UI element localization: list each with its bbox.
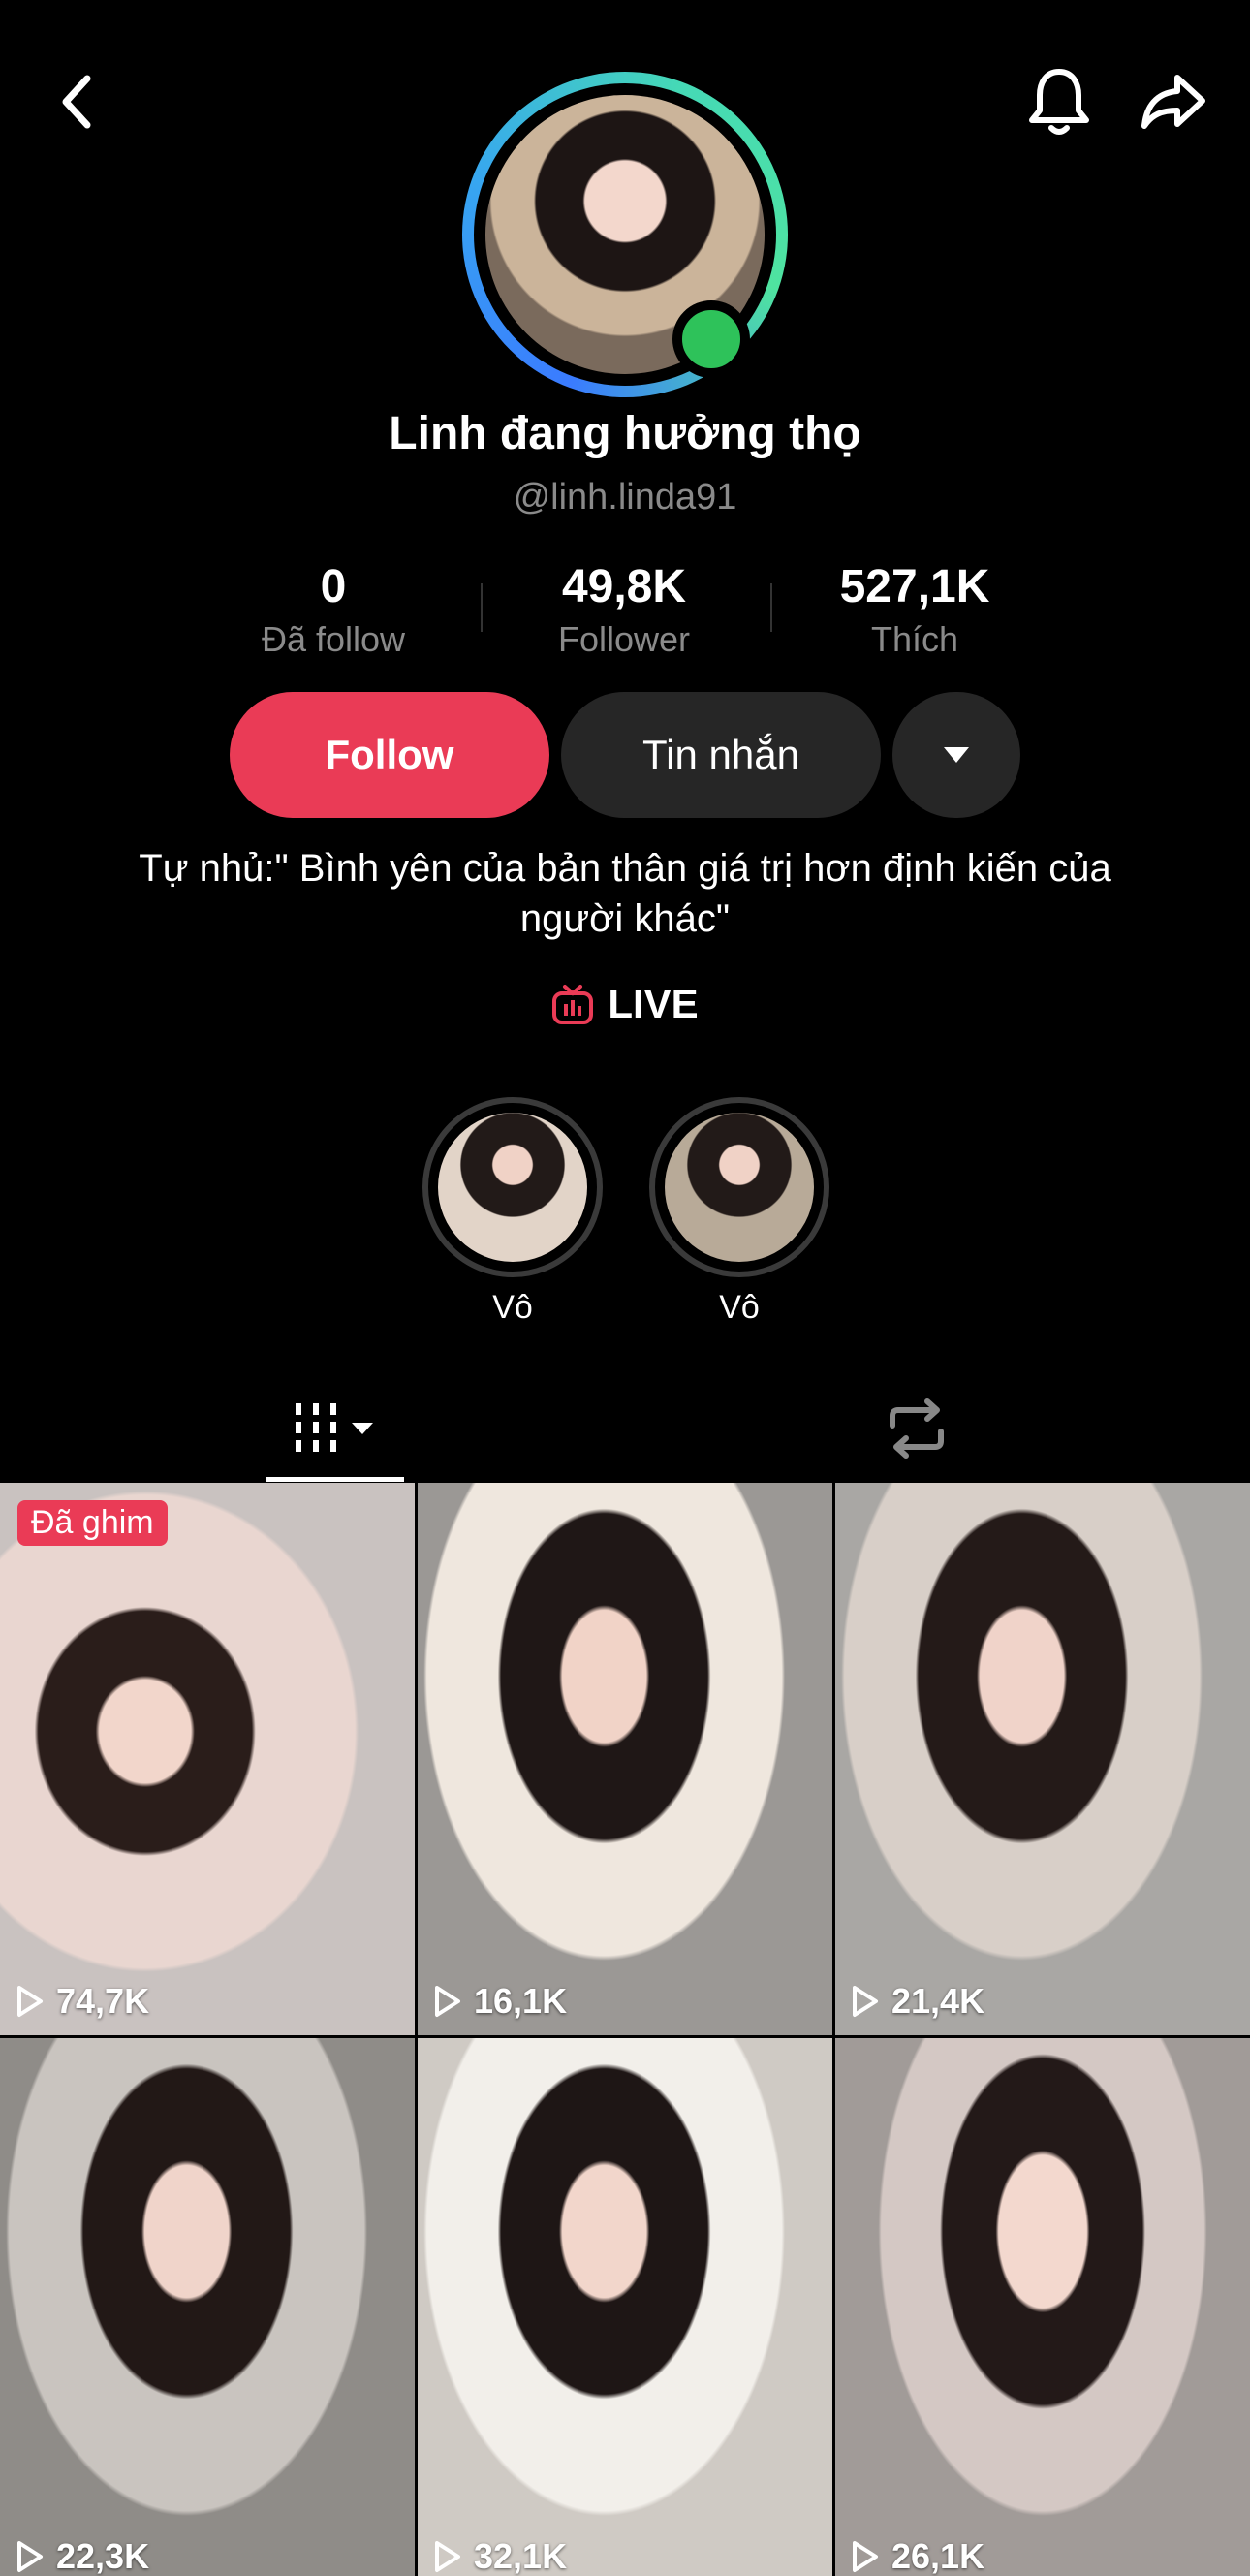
video-thumbnail[interactable]: 26,1K	[835, 2038, 1250, 2576]
share-button[interactable]	[1132, 60, 1215, 143]
play-icon	[17, 1986, 43, 2017]
view-count: 32,1K	[433, 2536, 567, 2576]
video-cover	[418, 2038, 832, 2576]
video-cover	[835, 2038, 1250, 2576]
video-thumbnail[interactable]: 21,4K	[835, 1483, 1250, 2035]
highlight-ring	[649, 1097, 829, 1277]
play-icon	[17, 2541, 43, 2572]
stat-value: 0	[320, 561, 347, 613]
bell-icon	[1029, 69, 1089, 135]
play-icon	[435, 1986, 460, 2017]
grid-icon	[296, 1403, 373, 1452]
tab-reposts[interactable]	[848, 1376, 985, 1481]
video-cover	[418, 1483, 832, 2035]
online-status-dot	[672, 300, 750, 378]
stat-divider	[481, 583, 483, 632]
stat-label: Thích	[870, 619, 959, 659]
message-button[interactable]: Tin nhắn	[561, 692, 881, 818]
username-handle: @linh.linda91	[513, 477, 737, 518]
view-count: 74,7K	[16, 1981, 149, 2022]
live-link[interactable]: LIVE	[0, 981, 1250, 1027]
repost-icon	[890, 1398, 944, 1459]
stat-divider	[770, 583, 772, 632]
view-count-value: 74,7K	[56, 1981, 150, 2021]
video-thumbnail[interactable]: Đã ghim 74,7K	[0, 1483, 415, 2035]
pinned-badge: Đã ghim	[17, 1500, 168, 1546]
highlight-ring	[422, 1097, 603, 1277]
live-tv-icon	[552, 985, 594, 1024]
profile-actions: Follow Tin nhắn	[0, 692, 1250, 818]
share-icon	[1141, 75, 1205, 129]
view-count: 22,3K	[16, 2536, 149, 2576]
content-tabs	[0, 1376, 1250, 1485]
view-count-value: 21,4K	[891, 1981, 985, 2021]
stat-label: Follower	[557, 619, 691, 659]
stat-followers[interactable]: 49,8K Follower	[508, 560, 740, 660]
active-tab-indicator	[266, 1477, 404, 1482]
stat-following[interactable]: 0 Đã follow	[217, 560, 450, 660]
profile-stats: 0 Đã follow 49,8K Follower 527,1K Thích	[0, 560, 1250, 667]
stat-value: 527,1K	[839, 561, 990, 613]
view-count: 16,1K	[433, 1981, 567, 2022]
live-label: LIVE	[608, 981, 699, 1026]
video-cover	[0, 2038, 415, 2576]
video-thumbnail[interactable]: 32,1K	[418, 2038, 832, 2576]
stat-value: 49,8K	[561, 561, 687, 613]
stat-likes[interactable]: 527,1K Thích	[798, 560, 1031, 660]
video-grid: Đã ghim 74,7K 16,1K 21,4K 22,3K 32,1K 26…	[0, 1483, 1250, 2576]
bio-text: Tự nhủ:" Bình yên của bản thân giá trị h…	[139, 847, 1111, 940]
stat-label: Đã follow	[261, 619, 406, 659]
highlight-cover	[438, 1113, 587, 1262]
view-count-value: 22,3K	[56, 2536, 150, 2576]
display-name: Linh đang hưởng thọ	[389, 408, 861, 459]
video-thumbnail[interactable]: 16,1K	[418, 1483, 832, 2035]
back-button[interactable]	[39, 60, 116, 143]
view-count-value: 32,1K	[474, 2536, 568, 2576]
highlight-label: Vô	[719, 1289, 760, 1326]
notification-bell-button[interactable]	[1017, 60, 1101, 143]
video-thumbnail[interactable]: 22,3K	[0, 2038, 415, 2576]
back-icon	[62, 75, 91, 129]
tab-videos[interactable]	[266, 1376, 404, 1481]
follow-button[interactable]: Follow	[230, 692, 549, 818]
highlight-cover	[665, 1113, 814, 1262]
highlight-label: Vô	[492, 1289, 533, 1326]
highlight-item[interactable]: Vô	[649, 1097, 829, 1327]
video-cover	[835, 1483, 1250, 2035]
view-count: 26,1K	[851, 2536, 984, 2576]
view-count: 21,4K	[851, 1981, 984, 2022]
view-count-value: 26,1K	[891, 2536, 985, 2576]
play-icon	[853, 1986, 878, 2017]
play-icon	[853, 2541, 878, 2572]
play-icon	[435, 2541, 460, 2572]
video-cover	[0, 1483, 415, 2035]
highlight-item[interactable]: Vô	[422, 1097, 603, 1327]
suggested-accounts-button[interactable]	[892, 692, 1020, 818]
view-count-value: 16,1K	[474, 1981, 568, 2021]
chevron-down-icon	[944, 747, 969, 763]
